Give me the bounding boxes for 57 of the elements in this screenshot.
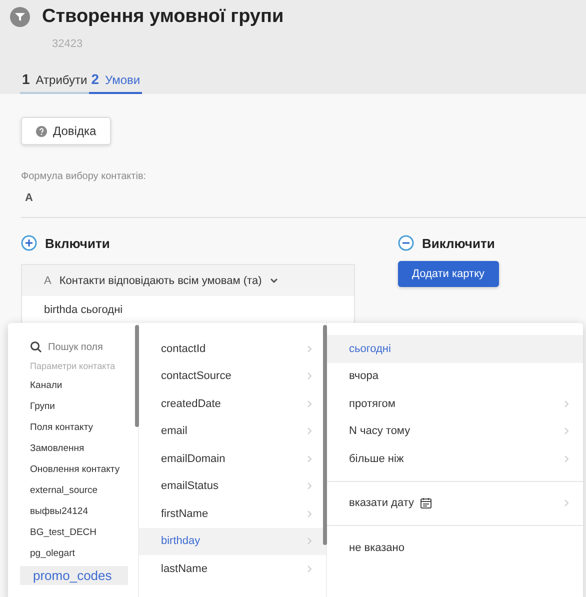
category-item[interactable]: promo_codes [20,566,128,585]
chevron-right-icon [307,510,312,518]
group-id: 32423 [52,38,84,50]
category-item[interactable]: выфвы24124 [8,501,138,522]
help-button[interactable]: Довідка [21,117,112,145]
category-item[interactable]: Поля контакту [8,417,138,438]
add-card-button[interactable]: Додати картку [398,261,499,287]
field-item[interactable]: emailDomain [139,445,326,472]
section-label: Параметри контакта [29,360,116,373]
category-item[interactable]: Замовлення [8,438,138,459]
page-title: Створення умовної групи [42,6,284,28]
plus-circle-icon[interactable] [21,235,37,251]
chevron-right-icon [307,427,312,436]
minus-circle-icon[interactable] [398,235,414,251]
category-item[interactable]: Групи [8,396,138,417]
operator-item[interactable]: не вказано [327,534,583,562]
chevron-down-icon[interactable] [270,278,278,283]
chevron-right-icon [307,454,312,463]
field-item[interactable]: lastName [139,555,326,582]
operator-item[interactable]: N часу тому [327,418,583,445]
operator-item[interactable]: більше ніж [327,445,583,472]
category-item[interactable]: Канали [8,375,138,396]
chevron-right-icon [307,400,312,408]
exclude-title: Виключити [422,236,495,250]
help-icon [36,126,47,136]
step-tab[interactable]: 2 Умови [89,67,142,94]
chevron-right-icon [307,372,312,380]
field-item[interactable]: firstName [139,500,326,528]
filter-icon [10,7,30,27]
operator-item[interactable]: протягом [327,390,583,418]
card-letter: A [44,274,52,286]
match-mode[interactable]: Контакти відповідають всім умовам (та) [59,274,262,286]
field-item[interactable]: contactId [139,335,326,362]
field-item[interactable]: contactSource [139,362,326,390]
category-item[interactable]: BG_test_DECH [8,522,138,543]
include-title: Включити [45,236,110,250]
formula-value: A [25,192,34,204]
operator-item[interactable]: вказати дату [327,490,583,517]
field-item[interactable]: emailStatus [139,472,326,500]
chevron-right-icon [307,564,312,573]
chevron-right-icon [307,482,312,490]
category-item[interactable]: external_source [8,480,138,501]
field-item[interactable]: createdDate [139,390,326,418]
search-icon [30,341,42,353]
chevron-right-icon [307,344,312,353]
step-tab[interactable]: 1 Атрибути [20,67,90,94]
calendar-icon [420,497,432,510]
operator-item[interactable]: вчора [327,362,583,390]
condition-text: birthda сьогодні [43,303,124,318]
field-item[interactable]: email [139,418,326,445]
operator-item[interactable]: сьогодні [327,335,583,362]
category-item[interactable]: pg_olegart [8,543,138,564]
formula-label: Формула вибору контактів: [21,171,148,182]
search-field[interactable]: Пошук поля [48,342,138,352]
field-item[interactable]: birthday [139,528,326,555]
chevron-right-icon [307,537,312,546]
category-item[interactable]: Оновлення контакту [8,459,138,480]
